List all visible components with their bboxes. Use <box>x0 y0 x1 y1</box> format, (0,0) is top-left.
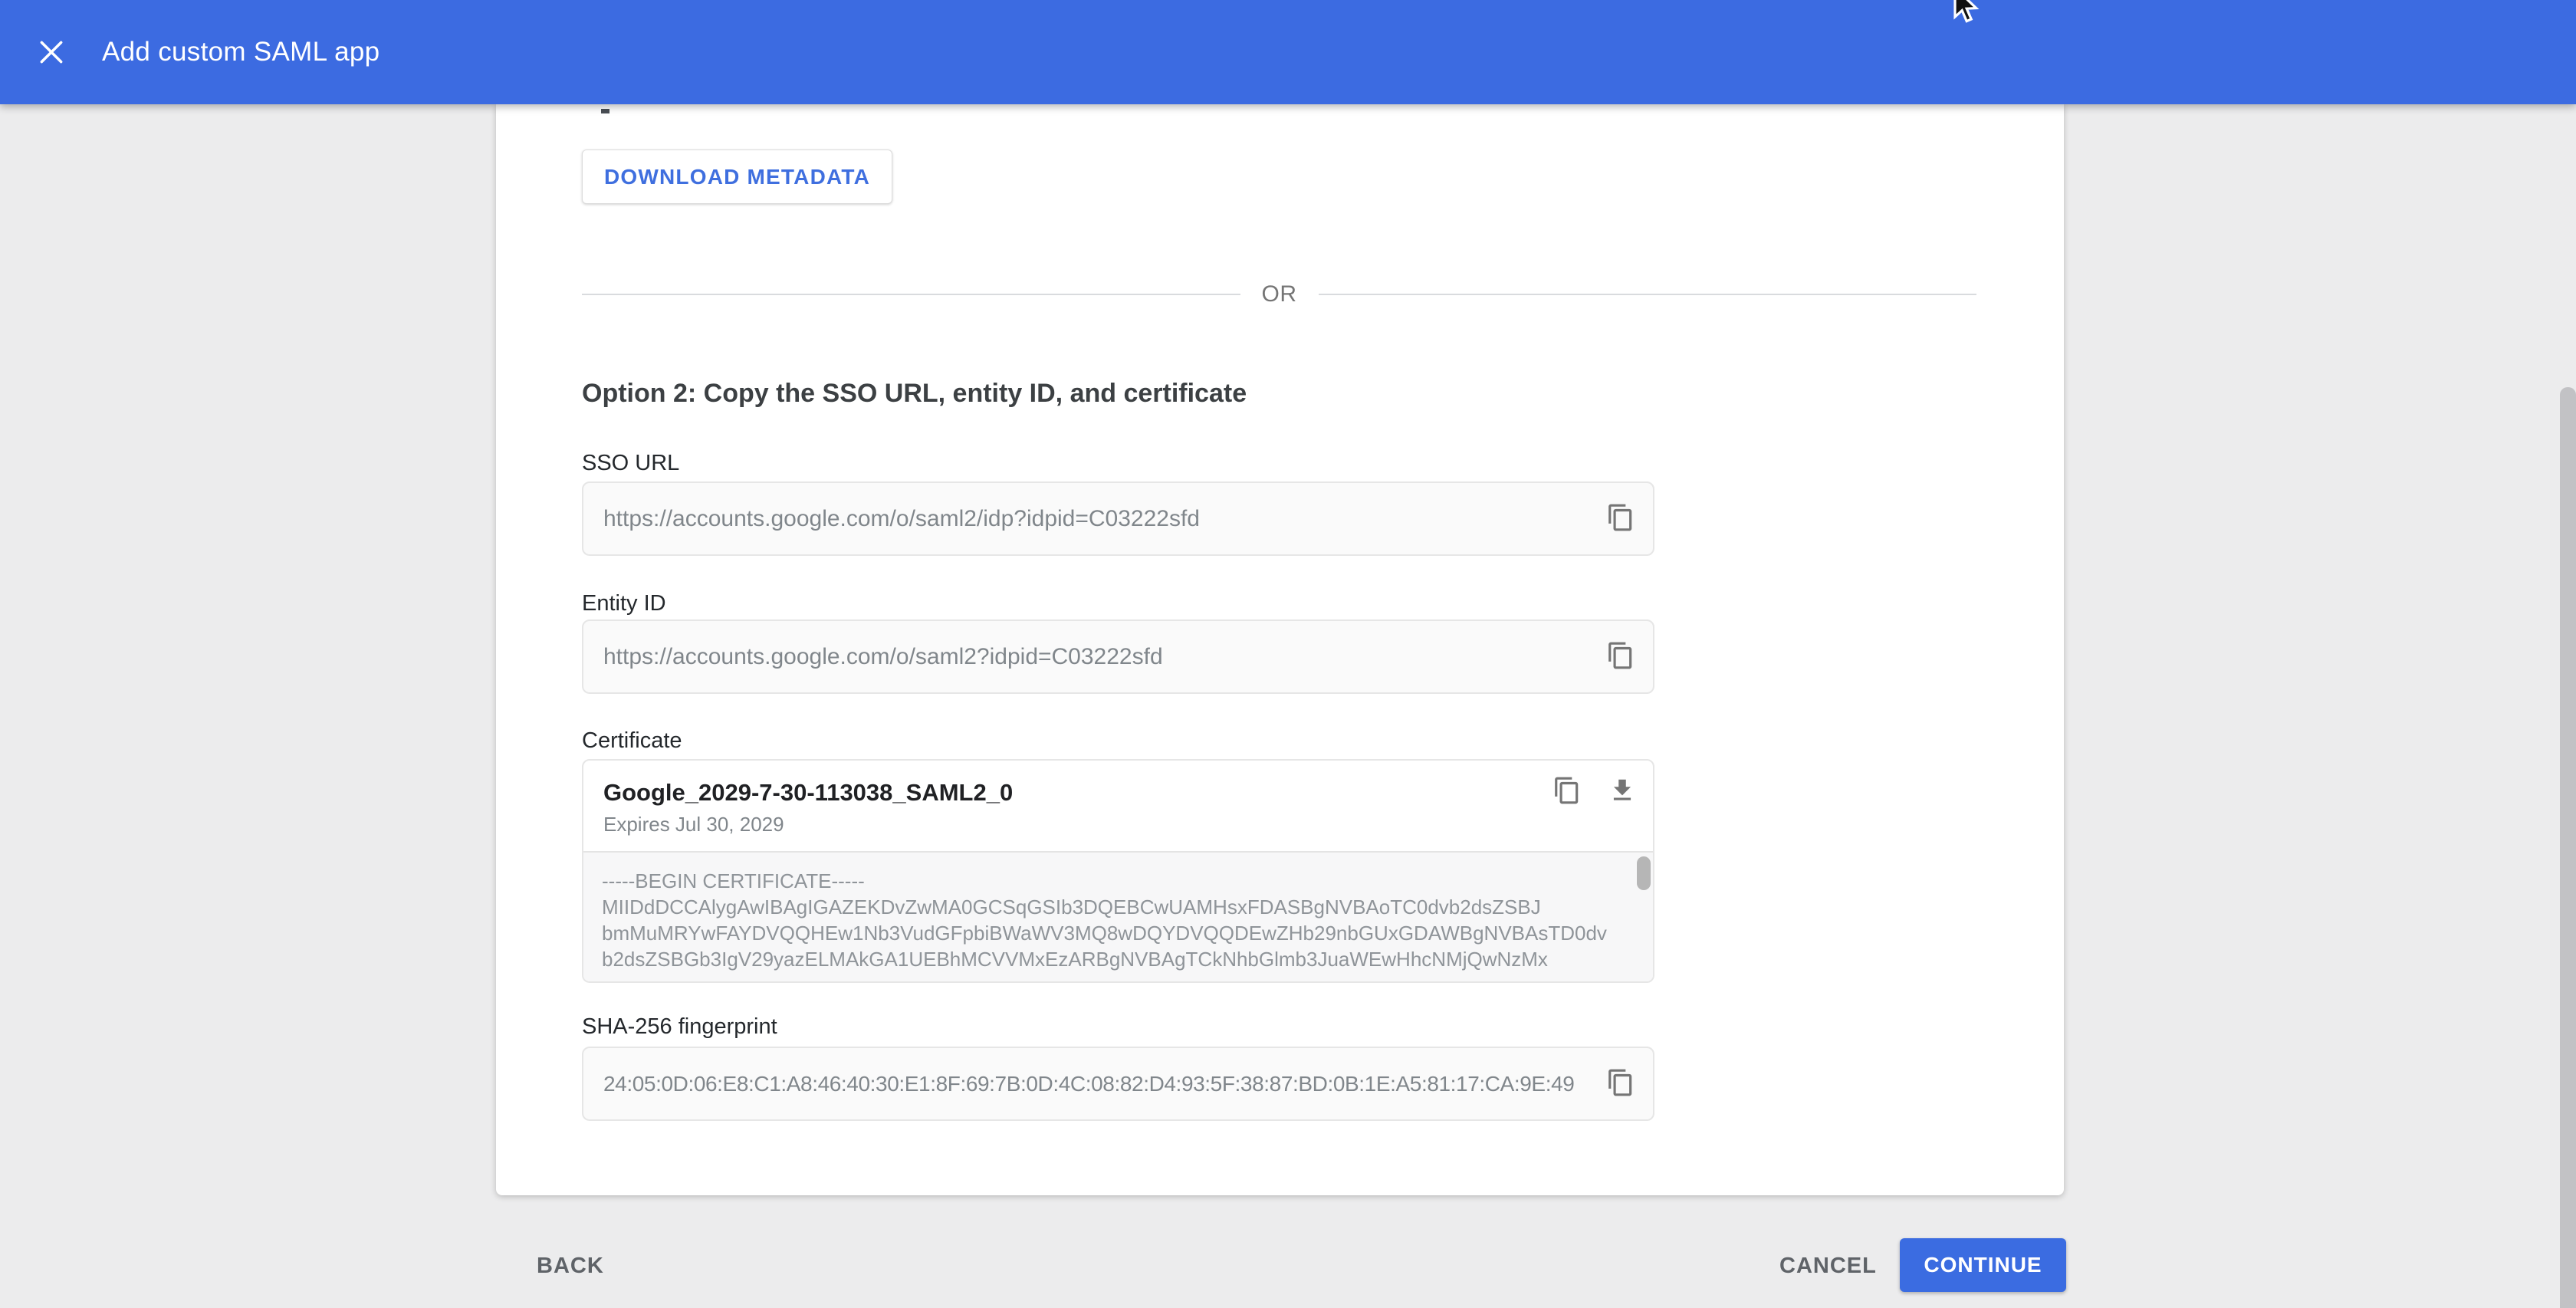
certificate-pem-scroll-area[interactable]: -----BEGIN CERTIFICATE----- MIIDdDCCAlyg… <box>583 851 1653 983</box>
clipped-scrolled-text-fragment <box>601 109 610 113</box>
or-divider-label: OR <box>1262 281 1297 307</box>
entity-id-label: Entity ID <box>582 591 666 616</box>
sso-url-label: SSO URL <box>582 451 679 476</box>
back-button[interactable]: BACK <box>537 1254 604 1279</box>
certificate-download-button[interactable] <box>1607 774 1638 808</box>
sha256-copy-button[interactable] <box>1605 1067 1636 1101</box>
sso-url-value: https://accounts.google.com/o/saml2/idp?… <box>603 506 1605 532</box>
certificate-pem-line: MIIDdDCCAlygAwIBAgIGAZEKDvZwMA0GCSqGSIb3… <box>602 894 1635 920</box>
certificate-card: Google_2029-7-30-113038_SAML2_0 Expires … <box>582 759 1654 983</box>
divider-line <box>582 294 1240 295</box>
sso-url-field: https://accounts.google.com/o/saml2/idp?… <box>582 481 1654 556</box>
divider-line <box>1319 294 1977 295</box>
copy-icon <box>1606 641 1635 672</box>
entity-id-value: https://accounts.google.com/o/saml2?idpi… <box>603 644 1605 670</box>
copy-icon <box>1552 776 1582 807</box>
download-metadata-button[interactable]: DOWNLOAD METADATA <box>582 150 892 204</box>
certificate-label: Certificate <box>582 728 682 754</box>
certificate-pem-line: b2dsZSBGb3IgV29yazELMAkGA1UEBhMCVVMxEzAR… <box>602 946 1635 972</box>
certificate-name: Google_2029-7-30-113038_SAML2_0 <box>603 779 1013 807</box>
close-button[interactable] <box>35 37 67 69</box>
certificate-pem-line: -----BEGIN CERTIFICATE----- <box>602 868 1635 894</box>
footer-actions: BACK CANCEL CONTINUE <box>496 1195 2064 1308</box>
entity-id-copy-button[interactable] <box>1605 640 1636 674</box>
entity-id-field: https://accounts.google.com/o/saml2?idpi… <box>582 619 1654 694</box>
dialog-title: Add custom SAML app <box>102 37 380 67</box>
sha256-value: 24:05:0D:06:E8:C1:A8:46:40:30:E1:8F:69:7… <box>603 1072 1605 1096</box>
continue-button[interactable]: CONTINUE <box>1900 1238 2066 1292</box>
option2-heading: Option 2: Copy the SSO URL, entity ID, a… <box>582 379 1247 409</box>
certificate-scrollbar-thumb[interactable] <box>1637 856 1651 890</box>
dialog-card: DOWNLOAD METADATA OR Option 2: Copy the … <box>496 104 2064 1195</box>
or-divider: OR <box>582 279 1976 310</box>
cancel-button[interactable]: CANCEL <box>1779 1254 1877 1279</box>
sha256-field: 24:05:0D:06:E8:C1:A8:46:40:30:E1:8F:69:7… <box>582 1047 1654 1121</box>
sha256-label: SHA-256 fingerprint <box>582 1014 777 1040</box>
copy-icon <box>1606 503 1635 534</box>
appbar: Add custom SAML app <box>0 0 2576 104</box>
screen: DOWNLOAD METADATA OR Option 2: Copy the … <box>0 0 2576 1308</box>
certificate-expiry: Expires Jul 30, 2029 <box>603 813 784 836</box>
close-icon <box>37 58 66 69</box>
sso-url-copy-button[interactable] <box>1605 502 1636 536</box>
certificate-card-header: Google_2029-7-30-113038_SAML2_0 Expires … <box>583 761 1653 851</box>
certificate-copy-button[interactable] <box>1552 774 1582 808</box>
download-icon <box>1608 776 1637 807</box>
page-scrollbar-thumb[interactable] <box>2560 387 2576 1308</box>
copy-icon <box>1606 1068 1635 1099</box>
certificate-pem-line: bmMuMRYwFAYDVQQHEw1Nb3VudGFpbiBWaWV3MQ8w… <box>602 920 1635 946</box>
